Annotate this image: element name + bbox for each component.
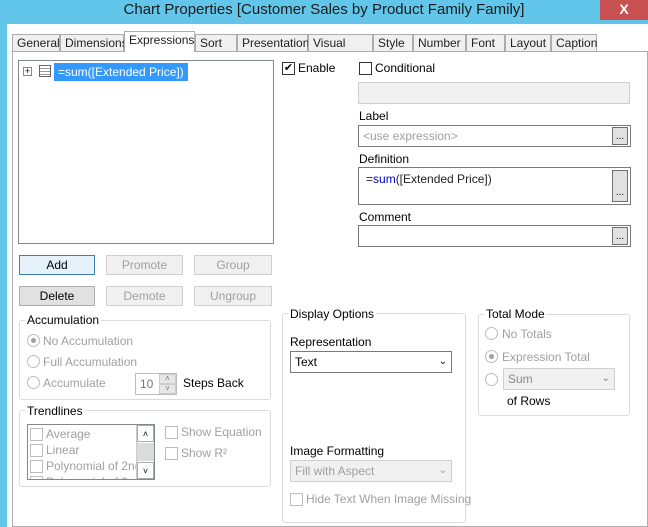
trendline-checkbox[interactable] [30, 460, 43, 474]
steps-stepper[interactable]: 10 ˄ ˅ [135, 373, 177, 395]
trendline-item[interactable]: Polynomial of 3rd d [30, 475, 149, 479]
accumulation-title: Accumulation [25, 313, 102, 327]
label-title: Label [359, 109, 389, 123]
expression-list[interactable]: + =sum([Extended Price]) [18, 60, 274, 244]
enable-checkbox[interactable]: ✔ [282, 62, 295, 75]
chevron-down-icon: ⌄ [601, 373, 610, 384]
promote-button[interactable]: Promote [106, 255, 183, 275]
comment-title: Comment [359, 210, 412, 224]
chevron-up-icon[interactable]: ˄ [137, 425, 154, 442]
tab-caption[interactable]: Caption [551, 34, 597, 51]
label-edit-button[interactable]: ... [612, 127, 628, 145]
trendline-checkbox[interactable] [30, 428, 43, 442]
window-title: Chart Properties [Customer Sales by Prod… [123, 1, 525, 18]
sum-select[interactable]: Sum ⌄ [503, 368, 615, 390]
of-rows-label: of Rows [507, 394, 551, 408]
trendline-checkbox[interactable] [30, 444, 43, 458]
representation-value: Text [295, 355, 318, 369]
scrollbar[interactable]: ˄ ˅ [136, 425, 154, 479]
definition-prefix: = [366, 172, 374, 186]
representation-select[interactable]: Text ⌄ [290, 351, 452, 373]
trendlines-list[interactable]: Average Linear Polynomial of 2nd dPolynomi… [27, 424, 155, 480]
total-mode-title: Total Mode [484, 307, 547, 321]
no-accumulation-radio[interactable] [27, 334, 40, 347]
trendline-item[interactable]: Polynomial of 2nd d [30, 459, 151, 474]
chevron-up-icon[interactable]: ˄ [159, 374, 176, 384]
tab-number[interactable]: Number [413, 34, 466, 51]
show-r2-checkbox[interactable] [165, 447, 178, 460]
sum-radio[interactable] [485, 373, 498, 386]
add-button[interactable]: Add [19, 255, 95, 275]
conditional-checkbox[interactable] [359, 62, 372, 75]
tab-visual-cues[interactable]: Visual Cues [308, 34, 373, 66]
trendline-label: Linear [46, 443, 80, 457]
expression-item[interactable]: =sum([Extended Price]) [54, 63, 188, 81]
close-button[interactable]: X [600, 0, 648, 20]
definition-args: ([Extended Price]) [395, 172, 492, 186]
demote-button[interactable]: Demote [106, 286, 183, 306]
conditional-input[interactable] [358, 82, 630, 104]
definition-input[interactable]: =sum([Extended Price]) [358, 167, 631, 205]
tab-presentation[interactable]: Presentation [237, 34, 309, 51]
image-formatting-value: Fill with Aspect [295, 464, 375, 478]
group-button[interactable]: Group [194, 255, 272, 275]
accumulate-radio[interactable] [27, 376, 40, 389]
trendline-checkbox[interactable] [30, 476, 43, 479]
trendline-item[interactable]: Average [30, 427, 91, 442]
tab-font[interactable]: Font [466, 34, 505, 51]
definition-edit-button[interactable]: ... [612, 170, 628, 202]
tab-dimensions[interactable]: Dimensions [60, 34, 128, 51]
accumulate-label: Accumulate [43, 376, 106, 390]
calculator-icon [39, 65, 51, 77]
no-totals-label: No Totals [502, 327, 552, 341]
label-input[interactable]: <use expression> [358, 125, 631, 147]
trendline-item[interactable]: Linear [30, 443, 80, 458]
comment-edit-button[interactable]: ... [612, 227, 628, 245]
steps-value: 10 [140, 377, 154, 391]
chevron-down-icon[interactable]: ˅ [159, 384, 176, 394]
sum-value: Sum [508, 372, 533, 386]
image-formatting-select[interactable]: Fill with Aspect ⌄ [290, 460, 452, 482]
trendlines-title: Trendlines [25, 404, 85, 418]
steps-back-label: Steps Back [183, 376, 244, 390]
comment-input[interactable] [358, 225, 631, 247]
definition-title: Definition [359, 152, 410, 166]
tab-style[interactable]: Style [373, 34, 413, 51]
trendline-label: Polynomial of 3rd d [46, 475, 149, 479]
full-accumulation-label: Full Accumulation [43, 355, 138, 369]
display-options-title: Display Options [288, 307, 377, 321]
representation-label: Representation [290, 335, 372, 349]
expand-icon[interactable]: + [23, 67, 32, 76]
enable-label: Enable [298, 61, 336, 75]
show-equation-label: Show Equation [181, 425, 262, 439]
no-accumulation-label: No Accumulation [43, 334, 134, 348]
hide-text-label: Hide Text When Image Missing [306, 492, 472, 506]
scroll-thumb[interactable] [137, 443, 154, 461]
expression-total-radio[interactable] [485, 350, 498, 363]
no-totals-radio[interactable] [485, 327, 498, 340]
show-equation-checkbox[interactable] [165, 426, 178, 439]
full-accumulation-radio[interactable] [27, 355, 40, 368]
image-formatting-label: Image Formatting [290, 444, 385, 458]
definition-function: sum [373, 172, 396, 186]
tab-sort[interactable]: Sort [195, 34, 237, 51]
delete-button[interactable]: Delete [19, 286, 95, 306]
total-mode-group [478, 314, 630, 416]
tab-layout[interactable]: Layout [505, 34, 551, 51]
chevron-down-icon: ⌄ [438, 356, 447, 367]
trendline-label: Average [46, 427, 91, 441]
conditional-label: Conditional [375, 61, 436, 75]
chevron-down-icon[interactable]: ˅ [137, 462, 154, 479]
hide-text-checkbox[interactable] [290, 493, 303, 506]
expression-total-label: Expression Total [502, 350, 590, 364]
show-r2-label: Show R² [181, 446, 228, 460]
tab-expressions[interactable]: Expressions [124, 31, 195, 52]
tab-general[interactable]: General [12, 34, 60, 51]
ungroup-button[interactable]: Ungroup [194, 286, 272, 306]
chevron-down-icon: ⌄ [438, 465, 447, 476]
